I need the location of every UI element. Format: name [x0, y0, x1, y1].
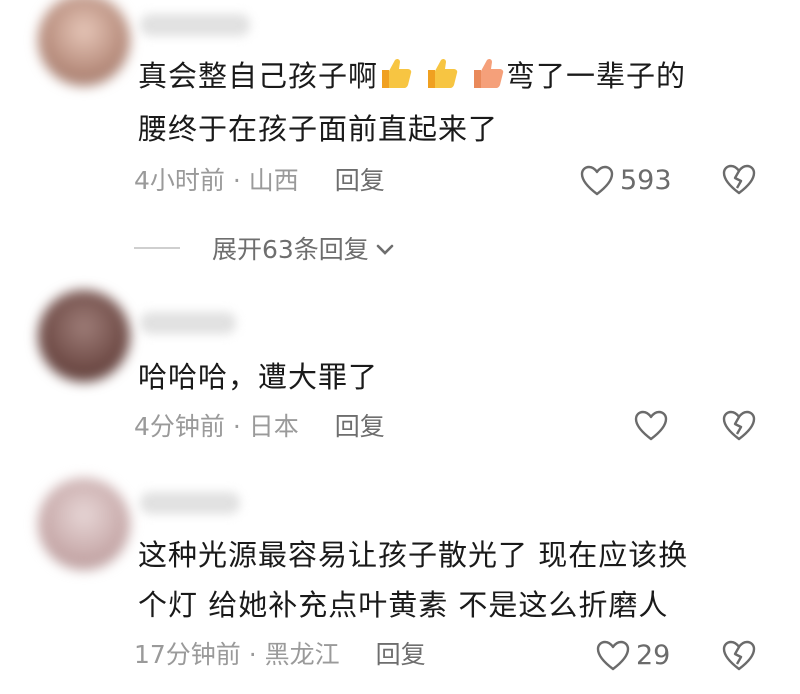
- heart-outline-icon: [634, 410, 668, 442]
- timestamp: 4小时前: [134, 166, 225, 195]
- dislike-broken-heart-icon[interactable]: [722, 410, 756, 442]
- thumbs-up-emoji-icon: [424, 56, 460, 97]
- dislike-broken-heart-icon[interactable]: [722, 640, 756, 672]
- username[interactable]: [140, 14, 250, 36]
- expand-replies-label: 展开63条回复: [212, 235, 369, 264]
- separator: ·: [224, 166, 249, 195]
- expand-replies-button[interactable]: 展开63条回复: [134, 230, 395, 266]
- comment-text-line-1: 真会整自己孩子啊 弯了一辈子的: [138, 56, 686, 97]
- like-count: 593: [620, 165, 672, 196]
- comment-text-line-1: 这种光源最容易让孩子散光了 现在应该换: [138, 538, 689, 572]
- heart-outline-icon: [596, 640, 630, 672]
- separator: ·: [224, 412, 249, 441]
- username[interactable]: [140, 312, 236, 334]
- thumbs-up-emoji-icon: [378, 56, 414, 97]
- username[interactable]: [140, 492, 240, 514]
- comment-text-part: 真会整自己孩子啊: [138, 59, 379, 93]
- like-count: 29: [636, 640, 671, 671]
- divider: [134, 247, 180, 249]
- comment-meta: 4分钟前 · 日本 回复: [134, 412, 385, 442]
- comment-meta: 4小时前 · 山西 回复: [134, 166, 385, 196]
- comment-text-part: 弯了一辈子的: [506, 59, 687, 93]
- timestamp: 17分钟前: [134, 640, 241, 669]
- thumbs-up-emoji-icon: [470, 56, 506, 97]
- reply-button[interactable]: 回复: [335, 166, 385, 195]
- location: 黑龙江: [264, 640, 340, 669]
- comment-text-line-2: 个灯 给她补充点叶黄素 不是这么折磨人: [138, 588, 669, 622]
- like-button[interactable]: [634, 410, 674, 442]
- like-button[interactable]: 593: [580, 165, 672, 197]
- reply-button[interactable]: 回复: [376, 640, 426, 669]
- dislike-broken-heart-icon[interactable]: [722, 164, 756, 196]
- location: 日本: [248, 412, 299, 441]
- reply-button[interactable]: 回复: [335, 412, 385, 441]
- avatar[interactable]: [38, 478, 130, 570]
- comment-meta: 17分钟前 · 黑龙江 回复: [134, 640, 426, 670]
- location: 山西: [248, 166, 299, 195]
- timestamp: 4分钟前: [134, 412, 225, 441]
- avatar[interactable]: [38, 0, 130, 86]
- like-button[interactable]: 29: [596, 640, 670, 672]
- avatar[interactable]: [38, 290, 130, 382]
- separator: ·: [240, 640, 265, 669]
- chevron-down-icon: [375, 234, 395, 263]
- comment-text-line-1: 哈哈哈，遭大罪了: [138, 360, 379, 394]
- heart-outline-icon: [580, 165, 614, 197]
- comment-text-line-2: 腰终于在孩子面前直起来了: [138, 112, 499, 146]
